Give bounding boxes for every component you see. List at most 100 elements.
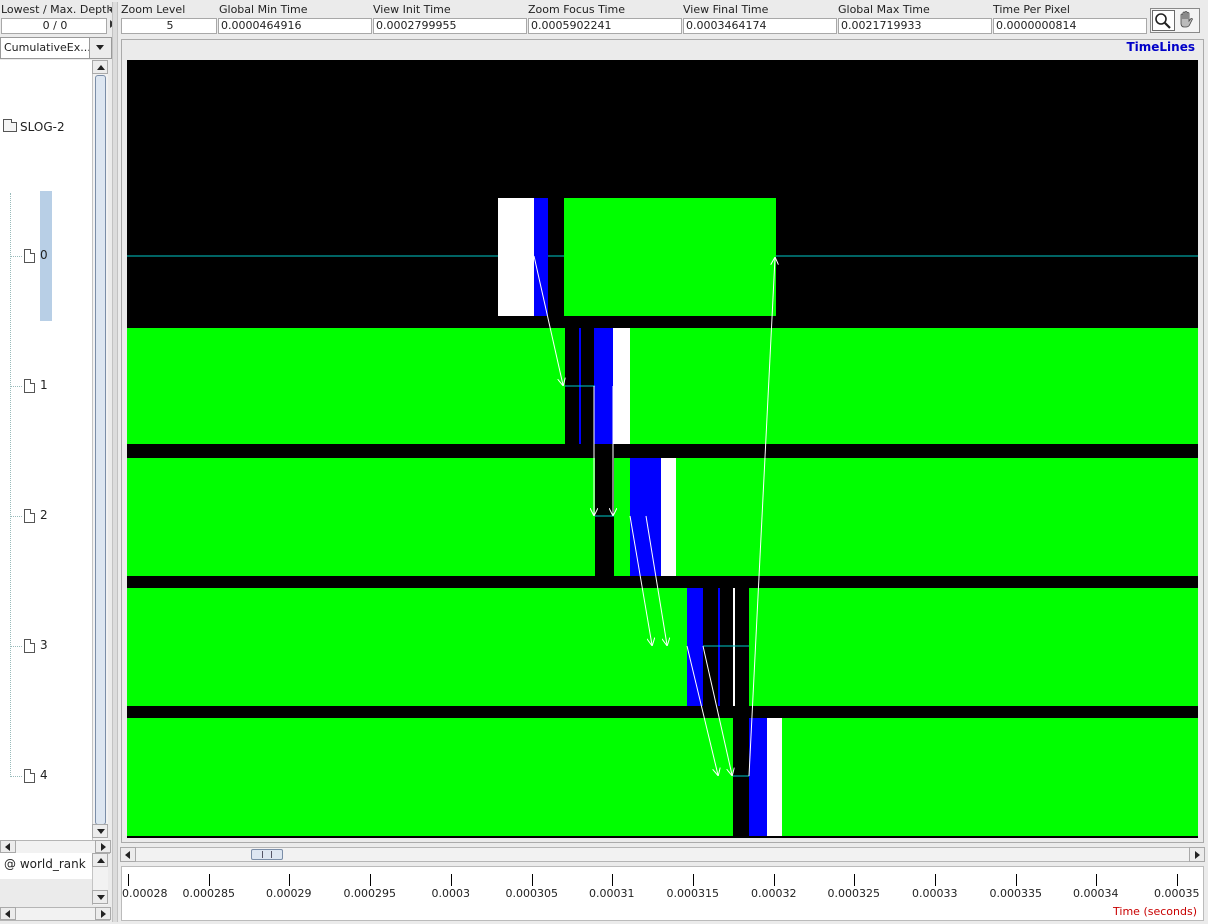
zoom-focus-time-label: Zoom Focus Time (528, 3, 626, 16)
global-min-time-field: Global Min Time 0.0000464916 (218, 3, 372, 34)
view-init-time-value[interactable]: 0.0002799955 (373, 18, 527, 34)
state-compute[interactable] (564, 198, 776, 316)
tree-node-label: 3 (40, 638, 48, 652)
ruler-tick (289, 874, 290, 886)
panel-splitter[interactable] (112, 2, 118, 922)
ruler-tick-label: 0.0003 (431, 887, 471, 900)
scroll-thumb[interactable] (251, 849, 283, 860)
zoom-level-value[interactable]: 5 (121, 18, 217, 34)
timelines-title: TimeLines (1123, 40, 1198, 54)
ruler-tick-label: 0.00028 (122, 887, 168, 900)
scroll-up-button[interactable] (92, 60, 108, 74)
timeline-row-3 (127, 588, 1198, 706)
time-per-pixel-label: Time Per Pixel (993, 3, 1070, 16)
state-compute[interactable] (630, 328, 1198, 444)
ruler-tick-label: 0.000315 (666, 887, 720, 900)
zoom-focus-time-value[interactable]: 0.0005902241 (528, 18, 682, 34)
scroll-left-button[interactable] (0, 907, 16, 920)
state-compute[interactable] (127, 718, 733, 836)
state-recv[interactable] (661, 458, 676, 576)
ruler-tick (1016, 874, 1017, 886)
scroll-left-button[interactable] (0, 840, 16, 853)
global-max-time-field: Global Max Time 0.0021719933 (838, 3, 992, 34)
view-final-time-label: View Final Time (683, 3, 769, 16)
time-per-pixel-field: Time Per Pixel 0.0000000814 (993, 3, 1147, 34)
file-icon (24, 509, 35, 523)
time-ruler: 0.00028 0.000285 0.00029 0.000295 0.0003 0.00… (121, 866, 1204, 921)
state-compute[interactable] (782, 718, 1198, 836)
tree-root-label: SLOG-2 (20, 120, 65, 134)
global-min-time-value[interactable]: 0.0000464916 (218, 18, 372, 34)
y-axis-label-scrollbar[interactable] (92, 853, 108, 905)
tree-node-label: 0 (40, 248, 48, 262)
chevron-down-icon[interactable] (89, 38, 111, 58)
state-compute[interactable] (127, 588, 687, 706)
timeline-drawing (127, 198, 1198, 836)
state-compute[interactable] (676, 458, 1198, 576)
ruler-tick (612, 874, 613, 886)
ruler-tick (774, 874, 775, 886)
state-send[interactable] (630, 458, 661, 576)
view-init-time-label: View Init Time (373, 3, 451, 16)
ruler-tick (128, 874, 129, 886)
time-per-pixel-value[interactable]: 0.0000000814 (993, 18, 1147, 34)
state-compute[interactable] (749, 588, 1198, 706)
scroll-right-button[interactable] (95, 907, 111, 920)
legend-combo[interactable]: CumulativeEx... (0, 37, 112, 59)
scroll-left-button[interactable] (120, 847, 136, 862)
ruler-tick (209, 874, 210, 886)
y-axis-horizontal-scrollbar[interactable] (0, 907, 111, 921)
ruler-tick (370, 874, 371, 886)
ruler-tick-label: 0.000325 (827, 887, 881, 900)
scroll-down-button[interactable] (92, 824, 108, 838)
scroll-up-button[interactable] (92, 853, 108, 867)
ruler-tick (1177, 874, 1178, 886)
state-send[interactable] (749, 718, 767, 836)
state-send[interactable] (687, 588, 703, 706)
scroll-right-button[interactable] (95, 840, 111, 853)
state-send[interactable] (534, 198, 548, 316)
folder-icon (3, 119, 17, 132)
timeline-row-0 (127, 198, 1198, 316)
state-send[interactable] (594, 328, 613, 444)
timeline-canvas[interactable] (127, 60, 1198, 838)
ruler-tick (451, 874, 452, 886)
tree-horizontal-scrollbar[interactable] (0, 840, 111, 854)
timeline-row-1 (127, 328, 1198, 444)
ruler-tick (693, 874, 694, 886)
tree-vertical-scrollbar[interactable] (92, 60, 108, 840)
ruler-tick-label: 0.000295 (343, 887, 397, 900)
state-compute[interactable] (127, 458, 595, 576)
scroll-thumb[interactable] (95, 75, 106, 825)
state-recv[interactable] (498, 198, 534, 316)
tree-connector (10, 193, 11, 775)
y-axis-label-field: @ world_rank (0, 853, 92, 879)
ruler-tick (854, 874, 855, 886)
tree-root[interactable]: SLOG-2 (3, 119, 65, 134)
state-recv[interactable] (613, 328, 630, 444)
scroll-right-button[interactable] (1189, 847, 1205, 862)
time-axis-title: Time (seconds) (1113, 905, 1197, 918)
state-recv[interactable] (733, 588, 735, 706)
legend-combo-value: CumulativeEx... (4, 41, 91, 54)
state-compute[interactable] (127, 328, 565, 444)
state-send[interactable] (718, 588, 720, 706)
magnifier-icon[interactable] (1152, 10, 1175, 31)
file-icon (24, 379, 35, 393)
ruler-tick-label: 0.00033 (912, 887, 958, 900)
ruler-tick (1096, 874, 1097, 886)
rank-tree: SLOG-2 0 1 2 3 4 (0, 60, 92, 840)
timeline-horizontal-scrollbar[interactable] (120, 847, 1205, 862)
zoom-level-field: Zoom Level 5 (121, 3, 217, 34)
scroll-down-button[interactable] (92, 890, 108, 904)
view-final-time-field: View Final Time 0.0003464174 (683, 3, 837, 34)
tree-node-label: 4 (40, 768, 48, 782)
state-recv[interactable] (767, 718, 782, 836)
ruler-tick-label: 0.00031 (589, 887, 635, 900)
ruler-tick-label: 0.000335 (989, 887, 1043, 900)
hand-icon[interactable] (1176, 10, 1199, 31)
ruler-tick-label: 0.00035 (1154, 887, 1200, 900)
state-compute[interactable] (614, 458, 630, 576)
view-final-time-value[interactable]: 0.0003464174 (683, 18, 837, 34)
global-max-time-value[interactable]: 0.0021719933 (838, 18, 992, 34)
